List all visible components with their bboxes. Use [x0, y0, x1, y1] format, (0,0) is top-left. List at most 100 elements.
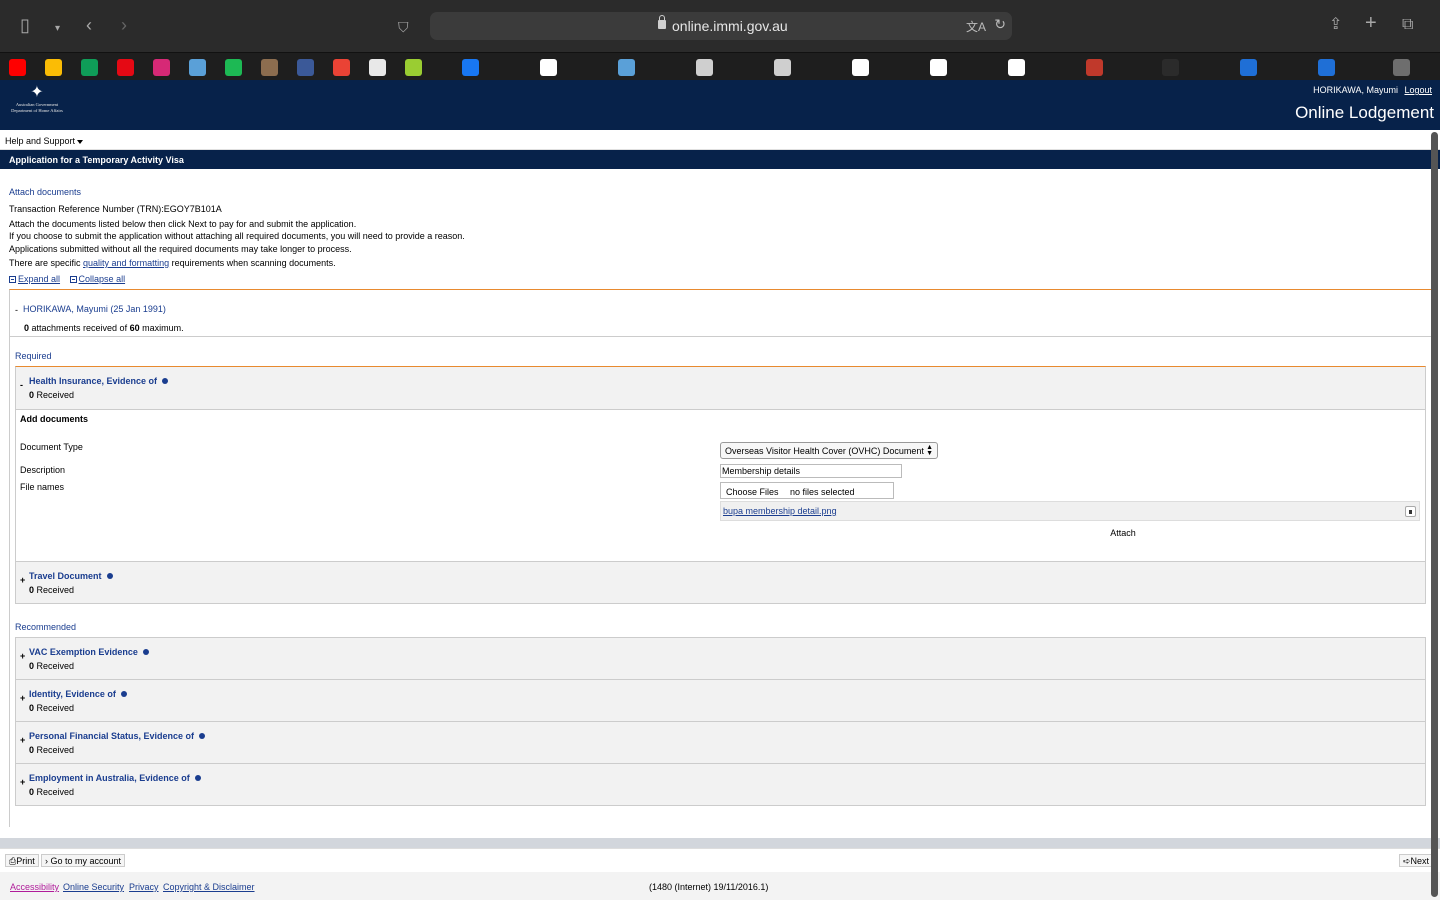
online-security-link[interactable]: Online Security: [63, 882, 124, 892]
forward-icon[interactable]: ›: [121, 14, 127, 36]
coat-of-arms-icon: ✦: [30, 84, 44, 101]
arrow-favicon-1[interactable]: [696, 59, 713, 76]
received-label: Received: [34, 390, 75, 400]
document-type-value: Overseas Visitor Health Cover (OVHC) Doc…: [725, 446, 924, 456]
step-title: Attach documents: [9, 187, 82, 197]
netflix-favicon[interactable]: [117, 59, 134, 76]
gmail-favicon[interactable]: [333, 59, 350, 76]
attached-file-row: bupa membership detail.png: [720, 501, 1420, 521]
travel-document-link[interactable]: Travel Document: [29, 571, 113, 581]
print-label: Print: [16, 856, 35, 866]
scrollbar[interactable]: [1431, 132, 1438, 897]
help-label: Help and Support: [5, 136, 76, 146]
financial-status-link[interactable]: Personal Financial Status, Evidence of: [29, 731, 206, 741]
choose-files-button[interactable]: Choose Files: [726, 487, 779, 497]
back-icon[interactable]: ‹: [86, 14, 92, 36]
copyright-link[interactable]: Copyright & Disclaimer: [163, 882, 255, 892]
game-favicon[interactable]: [261, 59, 278, 76]
received-label: Received: [34, 745, 75, 755]
share-icon[interactable]: ⇪: [1329, 14, 1342, 36]
red-cross-favicon[interactable]: [1008, 59, 1025, 76]
tab-overview-icon[interactable]: ⧉: [1402, 14, 1413, 36]
pwc-favicon[interactable]: [369, 59, 386, 76]
applicant-name-link[interactable]: HORIKAWA, Mayumi (25 Jan 1991): [23, 304, 166, 314]
reload-icon[interactable]: ↻: [994, 16, 1006, 33]
facebook-square-favicon[interactable]: [297, 59, 314, 76]
applicant-toggle[interactable]: -: [15, 305, 18, 315]
collapse-all-link[interactable]: Collapse all: [69, 274, 125, 284]
attach-button[interactable]: Attach: [1106, 526, 1140, 540]
photos-favicon[interactable]: [45, 59, 62, 76]
facebook-favicon[interactable]: [462, 59, 479, 76]
address-bar[interactable]: online.immi.gov.au 文A ↻: [430, 12, 1012, 40]
translate-icon[interactable]: 文A: [966, 18, 986, 35]
docs-favicon[interactable]: [405, 59, 422, 76]
identity-title: Identity, Evidence of: [29, 689, 116, 699]
sheets-favicon[interactable]: [81, 59, 98, 76]
vac-toggle[interactable]: +: [20, 651, 25, 661]
health-toggle[interactable]: -: [20, 380, 23, 390]
attachment-count-text: attachments received of: [29, 323, 130, 333]
privacy-link[interactable]: Privacy: [129, 882, 159, 892]
footer-band: [0, 838, 1440, 848]
info-icon[interactable]: [120, 691, 127, 697]
sidebar-icon[interactable]: ▯: [20, 14, 30, 36]
financial-received: 0 Received: [29, 745, 74, 755]
passwords-favicon[interactable]: [189, 59, 206, 76]
immi-favicon[interactable]: [540, 59, 557, 76]
health-favicon-2[interactable]: [1318, 59, 1335, 76]
health-insurance-link[interactable]: Health Insurance, Evidence of: [29, 376, 169, 386]
received-label: Received: [34, 585, 75, 595]
chevron-down-icon[interactable]: ▾: [55, 18, 60, 40]
flower-favicon[interactable]: [1086, 59, 1103, 76]
shield-icon[interactable]: ⛉: [398, 16, 409, 38]
page-title-bar: Application for a Temporary Activity Vis…: [0, 150, 1440, 169]
google-favicon[interactable]: [930, 59, 947, 76]
quality-formatting-link[interactable]: quality and formatting: [83, 258, 169, 268]
intro-line-4-pre: There are specific: [9, 258, 84, 268]
info-icon[interactable]: [106, 573, 113, 579]
info-icon[interactable]: [194, 775, 201, 781]
attached-file-link[interactable]: bupa membership detail.png: [723, 506, 837, 516]
document-type-select[interactable]: Overseas Visitor Health Cover (OVHC) Doc…: [720, 442, 938, 459]
file-chooser[interactable]: Choose Files no files selected: [720, 482, 894, 499]
star-favicon[interactable]: [1162, 59, 1179, 76]
expand-all-link[interactable]: Expand all: [9, 274, 60, 284]
delete-icon[interactable]: [1405, 506, 1416, 517]
travel-toggle[interactable]: +: [20, 575, 25, 585]
logout-link[interactable]: Logout: [1404, 85, 1432, 95]
w-favicon[interactable]: [1393, 59, 1410, 76]
url-text: online.immi.gov.au: [672, 18, 788, 34]
description-input[interactable]: [720, 464, 902, 478]
employment-link[interactable]: Employment in Australia, Evidence of: [29, 773, 201, 783]
help-and-support-menu[interactable]: Help and Support: [5, 136, 84, 146]
employment-toggle[interactable]: +: [20, 777, 25, 787]
info-icon[interactable]: [162, 378, 169, 384]
financial-status-title: Personal Financial Status, Evidence of: [29, 731, 195, 741]
go-to-account-label: Go to my account: [50, 856, 122, 866]
next-button[interactable]: ➪Next: [1399, 854, 1434, 867]
blank-favicon[interactable]: [852, 59, 869, 76]
footer-links: Accessibility Online Security Privacy Co…: [0, 872, 1440, 900]
next-icon: ➪: [1403, 856, 1411, 866]
identity-link[interactable]: Identity, Evidence of: [29, 689, 127, 699]
spotify-favicon[interactable]: [225, 59, 242, 76]
department-name: Department of Home Affairs: [11, 107, 63, 113]
financial-toggle[interactable]: +: [20, 735, 25, 745]
health-favicon-1[interactable]: [1240, 59, 1257, 76]
youtube-favicon[interactable]: [9, 59, 26, 76]
go-to-account-button[interactable]: › Go to my account: [41, 854, 126, 867]
print-button[interactable]: ⎙Print: [5, 854, 39, 867]
add-documents-heading: Add documents: [20, 414, 89, 424]
arrow-favicon-2[interactable]: [774, 59, 791, 76]
keys-favicon[interactable]: [618, 59, 635, 76]
instagram-favicon[interactable]: [153, 59, 170, 76]
intro-section: Attach documents Transaction Reference N…: [9, 187, 809, 270]
info-icon[interactable]: [199, 733, 206, 739]
info-icon[interactable]: [142, 649, 149, 655]
vac-exemption-link[interactable]: VAC Exemption Evidence: [29, 647, 149, 657]
new-tab-icon[interactable]: +: [1365, 12, 1377, 34]
identity-toggle[interactable]: +: [20, 693, 25, 703]
accessibility-link[interactable]: Accessibility: [10, 882, 59, 892]
expand-collapse-controls: Expand all Collapse all: [9, 274, 132, 284]
